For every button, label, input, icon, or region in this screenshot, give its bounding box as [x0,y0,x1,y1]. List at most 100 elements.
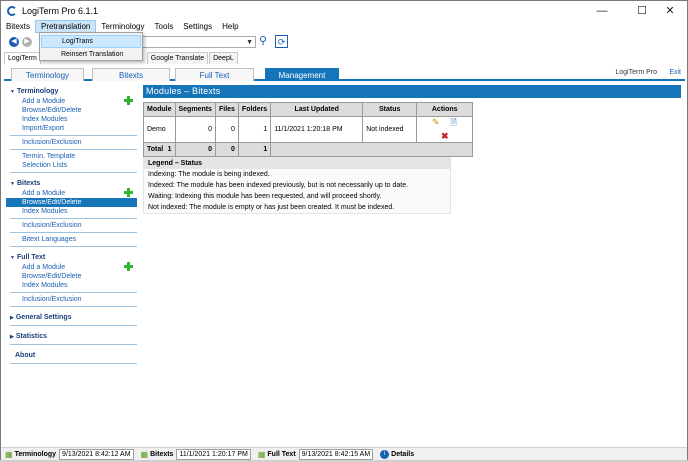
menu-bitexts[interactable]: Bitexts [1,20,35,33]
sidebar-section-statistics[interactable]: ▶ Statistics [6,332,137,342]
divider [10,292,137,293]
divider [10,172,137,173]
files-value: 0 [214,116,239,143]
fulltext-status-label: Full Text [267,451,296,458]
legend-line: Indexed: The module has been indexed pre… [148,182,409,189]
close-icon[interactable]: ✕ [653,1,687,20]
sidebar-section-full-text[interactable]: ▼ Full Text [6,253,137,263]
search-combo[interactable]: ▼ [141,36,256,48]
triangle-down-icon: ▼ [10,255,15,261]
add-icon[interactable] [124,262,133,271]
back-icon[interactable]: ◀ [9,37,19,47]
search-icon[interactable]: ⚲ [259,35,267,48]
sidebar-item-index-modules[interactable]: Index Modules [6,281,137,290]
triangle-down-icon: ▼ [10,89,15,95]
sidebar-section-label: General Settings [15,314,72,321]
exit-link[interactable]: Exit [669,69,681,76]
edit-icon[interactable]: ✎ [430,117,442,128]
column-header[interactable]: Last Updated [270,102,364,117]
sidebar-item-add-module[interactable]: Add a Module [6,262,137,272]
sidebar-item-label: Add a Module [22,264,66,271]
sidebar-item-add-module[interactable]: Add a Module [6,188,137,198]
column-header[interactable]: Files [214,102,239,117]
menu-tools[interactable]: Tools [150,20,179,33]
sidebar-item-index-modules[interactable]: Index Modules [6,207,137,216]
window-title: LogiTerm Pro 6.1.1 [22,5,99,16]
menu-settings[interactable]: Settings [178,20,217,33]
legend-line: Not indexed: The module is empty or has … [148,204,395,211]
menu-item-reinsert-translation[interactable]: Reinsert Translation [41,48,141,61]
sidebar-section-bitexts[interactable]: ▼ Bitexts [6,179,137,189]
legend-line: Waiting: Indexing this module has been r… [148,193,382,200]
title-bar: LogiTerm Pro 6.1.1 — ☐ ✕ [1,1,687,20]
column-header[interactable]: Status [362,102,418,117]
menu-item-logitrans[interactable]: LogiTrans [41,35,141,48]
divider [10,232,137,233]
tab-google-translate[interactable]: Google Translate [146,52,209,64]
sidebar-section-about[interactable]: About [6,351,137,361]
bitexts-status-icon: ▦ [140,450,149,459]
column-header[interactable]: Folders [237,102,272,117]
sidebar: ▼ Terminology Add a Module Browse/Edit/De… [6,87,137,366]
tab-terminology[interactable]: Terminology [11,68,84,81]
bitexts-status-time: 11/1/2021 1:20:17 PM [176,449,251,460]
logiterm-logo-icon [7,5,17,16]
sidebar-item-label: Add a Module [22,98,66,105]
details-button[interactable]: Details [391,451,414,458]
sidebar-item-browse-edit-delete[interactable]: Browse/Edit/Delete [6,198,137,207]
sidebar-item-index-modules[interactable]: Index Modules [6,115,137,124]
menu-help[interactable]: Help [217,20,243,33]
tab-deepl[interactable]: DeepL [209,52,238,64]
sidebar-item-label: Add a Module [22,190,66,197]
total-files: 0 [214,142,239,157]
sidebar-item-add-module[interactable]: Add a Module [6,96,137,106]
fulltext-status-time: 9/13/2021 8:42:15 AM [298,449,374,460]
table-row[interactable]: Demo 0 0 1 11/1/2021 1:20:18 PM Not inde… [143,116,474,143]
minimize-icon[interactable]: — [585,1,619,20]
total-empty [270,142,474,157]
status-value: Not indexed [362,116,418,143]
sidebar-section-general-settings[interactable]: ▶ General Settings [6,313,137,323]
tab-bitexts[interactable]: Bitexts [92,68,170,81]
chevron-down-icon[interactable]: ▼ [246,37,253,48]
index-icon[interactable]: 🗎 [448,117,460,131]
sidebar-item-browse-edit-delete[interactable]: Browse/Edit/Delete [6,106,137,115]
add-icon[interactable] [124,188,133,197]
refresh-icon[interactable]: ⟳ [275,35,288,48]
sidebar-item-bitext-languages[interactable]: Bitext Languages [6,235,137,244]
sidebar-item-browse-edit-delete[interactable]: Browse/Edit/Delete [6,272,137,281]
section-title: Modules – Bitexts [143,85,681,98]
sidebar-section-label: Bitexts [16,180,41,187]
sidebar-item-import-export[interactable]: Import/Export [6,124,137,133]
divider [10,246,137,247]
total-folders: 1 [237,142,272,157]
sidebar-item-inclusion-exclusion[interactable]: Inclusion/Exclusion [6,221,137,230]
fulltext-status-icon: ▦ [257,450,266,459]
sidebar-section-terminology[interactable]: ▼ Terminology [6,87,137,97]
tab-management[interactable]: Management [265,68,339,81]
sidebar-section-label: Full Text [16,254,46,261]
last-updated-value: 11/1/2021 1:20:18 PM [270,116,364,143]
delete-icon[interactable]: ✖ [439,131,451,142]
divider [10,218,137,219]
column-header[interactable]: Module [143,102,176,117]
sidebar-item-inclusion-exclusion[interactable]: Inclusion/Exclusion [6,295,137,304]
add-icon[interactable] [124,96,133,105]
forward-icon[interactable]: ▶ [22,37,32,47]
column-header[interactable]: Segments [174,102,216,117]
status-bar: ▦ Terminology 9/13/2021 8:42:12 AM ▦ Bit… [1,447,687,461]
divider [10,149,137,150]
module-name[interactable]: Demo [143,116,176,143]
sidebar-section-label: About [15,352,36,359]
main-nav: Terminology Bitexts Full Text Management… [4,67,685,81]
column-header: Actions [416,102,474,117]
sidebar-item-inclusion-exclusion[interactable]: Inclusion/Exclusion [6,138,137,147]
sidebar-item-selection-lists[interactable]: Selection Lists [6,161,137,170]
folders-value: 1 [237,116,272,143]
sidebar-item-termin-template[interactable]: Termin. Template [6,152,137,161]
tab-logiterm[interactable]: LogiTerm [4,52,41,64]
info-icon[interactable]: i [380,450,390,459]
main-content: Modules – Bitexts Module Segments Files … [143,85,681,214]
tab-full-text[interactable]: Full Text [175,68,254,81]
divider [10,306,137,307]
